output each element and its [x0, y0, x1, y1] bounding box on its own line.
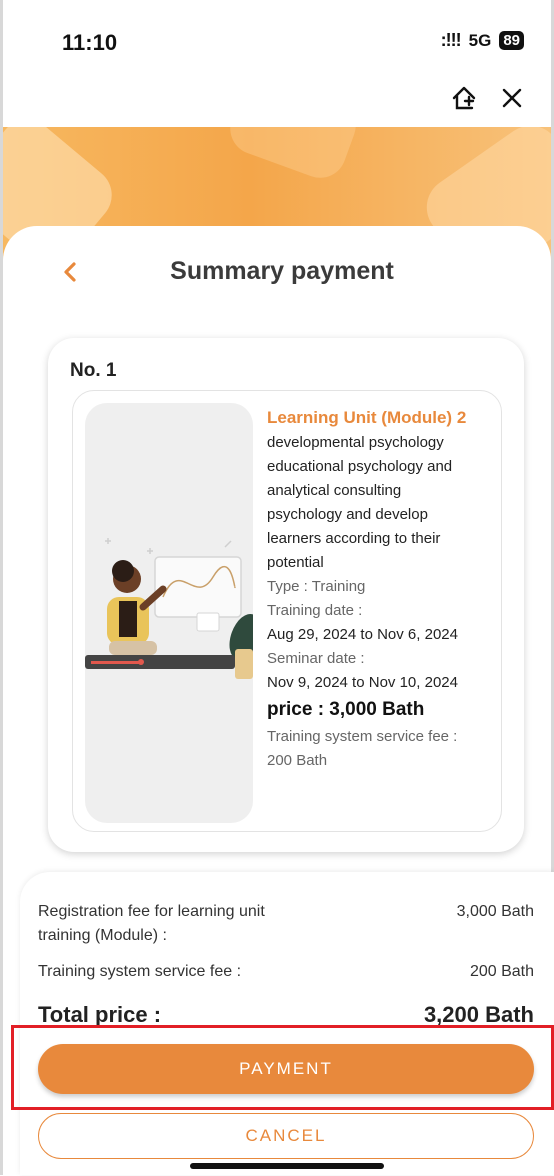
course-description: developmental psychology educational psy… — [267, 431, 499, 575]
registration-fee-label: Registration fee for learning unit train… — [38, 900, 338, 948]
network-type: 5G — [468, 30, 492, 50]
description-line: psychology and develop — [267, 506, 428, 523]
course-type: Type : Training — [267, 578, 366, 595]
seminar-date: Nov 9, 2024 to Nov 10, 2024 — [267, 674, 458, 691]
description-line: analytical consulting — [267, 482, 402, 499]
description-line: educational psychology and — [267, 458, 453, 475]
course-card[interactable]: Learning Unit (Module) 2 developmental p… — [72, 390, 502, 832]
banner-decoration — [222, 127, 364, 186]
description-line: potential — [267, 554, 324, 571]
status-indicators: :!!! 5G 89 — [441, 30, 524, 51]
registration-fee-row: Registration fee for learning unit train… — [38, 900, 534, 948]
total-price-label: Total price : — [38, 1002, 162, 1027]
summary-service-fee-value: 200 Bath — [469, 963, 534, 980]
description-line: learners according to their — [267, 530, 441, 547]
cancel-button[interactable]: CANCEL — [38, 1113, 534, 1159]
registration-fee-value: 3,000 Bath — [456, 903, 534, 920]
service-fee: 200 Bath — [267, 752, 328, 769]
description-line: developmental psychology — [267, 434, 444, 451]
registration-fee-label-line: training (Module) : — [38, 927, 167, 944]
training-date-label: Training date : — [267, 602, 363, 619]
registration-fee-label-line: Registration fee for learning unit — [38, 903, 265, 920]
item-number: No. 1 — [70, 360, 117, 381]
status-time: 11:10 — [62, 30, 118, 55]
service-fee-row: Training system service fee : 200 Bath — [38, 960, 534, 984]
home-indicator — [190, 1163, 384, 1169]
page-title: Summary payment — [170, 257, 394, 285]
top-actions — [450, 84, 524, 112]
home-plus-icon[interactable] — [450, 84, 478, 112]
payment-button[interactable]: PAYMENT — [38, 1044, 534, 1094]
summary-service-fee-label: Training system service fee : — [38, 963, 242, 980]
course-title: Learning Unit (Module) 2 — [267, 408, 467, 427]
seminar-date-label: Seminar date : — [267, 650, 365, 667]
service-fee-label: Training system service fee : — [267, 728, 458, 745]
course-price: price : 3,000 Bath — [267, 699, 425, 720]
phone-screen: 11:10 :!!! 5G 89 Summary payment No. 1 L… — [0, 0, 554, 1176]
course-details: Learning Unit (Module) 2 developmental p… — [267, 405, 499, 773]
item-card: No. 1 Learning Unit (Module) 2 developme… — [48, 338, 524, 852]
signal-icon: :!!! — [440, 30, 462, 50]
training-date: Aug 29, 2024 to Nov 6, 2024 — [267, 626, 458, 643]
close-icon[interactable] — [500, 86, 524, 110]
total-price-value: 3,200 Bath — [423, 1002, 534, 1027]
course-illustration — [85, 538, 253, 679]
course-thumbnail — [85, 403, 253, 823]
battery-icon: 89 — [499, 31, 524, 50]
